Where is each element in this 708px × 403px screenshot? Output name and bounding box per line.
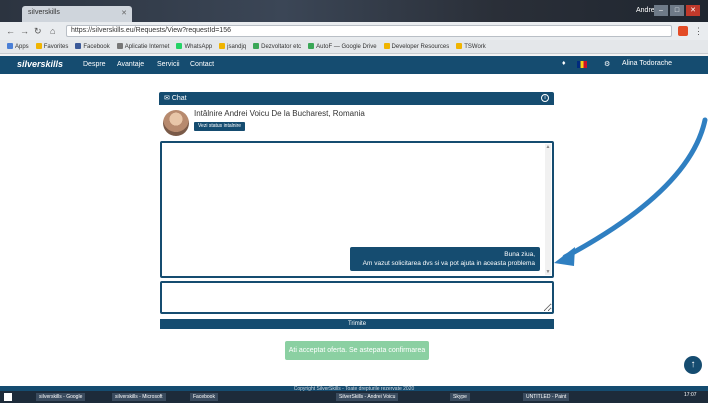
bookmark-label: AutoF — Google Drive xyxy=(316,44,377,50)
taskbar-item[interactable]: Facebook xyxy=(190,393,218,401)
messages-scrollbar[interactable]: ▲ ▼ xyxy=(545,144,551,275)
reload-icon[interactable]: ↻ xyxy=(34,26,42,37)
bookmark-label: TSWork xyxy=(464,44,486,50)
bookmark-label: Favorites xyxy=(43,44,69,50)
meeting-status-button[interactable]: Vezi status intalnire xyxy=(194,122,246,131)
chat-message-bubble: Buna ziua, Am vazut solicitarea dvs si v… xyxy=(350,247,540,271)
meeting-title: Intâlnire Andrei Voicu De la Bucharest, … xyxy=(194,109,365,118)
bookmark-item[interactable]: TSWork xyxy=(456,40,486,53)
bookmarks-bar: Apps Favorites Facebook Aplicatie Internet W… xyxy=(0,40,708,54)
taskbar-item[interactable]: SilverSkills - Andrei Voicu xyxy=(336,393,399,401)
tab-title: siIverskills xyxy=(28,9,60,16)
nav-despre[interactable]: Despre xyxy=(83,61,106,68)
bookmark-item[interactable]: Dezvoltator etc xyxy=(253,40,302,53)
bookmark-icon xyxy=(176,43,183,49)
bookmark-icon xyxy=(308,43,315,49)
start-menu-icon[interactable] xyxy=(4,393,12,401)
offer-accepted-button[interactable]: Ati acceptat oferta. Se astepata confirm… xyxy=(285,341,429,360)
maximize-button[interactable]: □ xyxy=(670,5,684,16)
nav-contact[interactable]: Contact xyxy=(190,61,214,68)
scroll-up-icon[interactable]: ▲ xyxy=(545,144,551,150)
bookmark-label: Facebook xyxy=(83,44,110,50)
windows-taskbar: siIverskills - Google siIverskills - Mic… xyxy=(0,391,708,403)
taskbar-item[interactable]: siIverskills - Google xyxy=(36,393,86,401)
url-text: https://siIverskills.eu/Requests/View?re… xyxy=(71,27,231,34)
chat-title: Chat xyxy=(171,95,187,102)
bookmark-icon xyxy=(35,43,42,49)
message-input[interactable] xyxy=(160,281,554,314)
language-flag-icon[interactable] xyxy=(577,61,587,68)
chat-icon: ✉ xyxy=(164,95,172,102)
bookmark-item[interactable]: Favorites xyxy=(35,40,69,53)
bookmark-item[interactable]: WhatsApp xyxy=(176,40,213,53)
home-icon[interactable]: ⌂ xyxy=(50,26,55,36)
nav-servicii[interactable]: Servicii xyxy=(157,61,180,68)
scroll-top-button[interactable]: ↑ xyxy=(684,356,702,374)
taskbar-item[interactable]: siIverskills - Microsoft xyxy=(112,393,166,401)
bookmark-item[interactable]: AutoF — Google Drive xyxy=(308,40,377,53)
menu-icon[interactable]: ⋮ xyxy=(694,26,703,37)
message-line: Buna ziua, xyxy=(504,251,535,258)
bookmark-icon xyxy=(116,43,123,49)
browser-titlebar: siIverskills ✕ Andrei – □ ✕ xyxy=(0,0,708,22)
scroll-down-icon[interactable]: ▼ xyxy=(545,269,551,275)
bookmark-label: jsandjq xyxy=(227,44,247,50)
info-icon[interactable]: i xyxy=(541,94,549,102)
site-logo[interactable]: siIverskills xyxy=(17,59,63,69)
site-navbar: siIverskills Despre Avantaje Servicii Co… xyxy=(0,56,708,74)
bookmark-item[interactable]: jsandjq xyxy=(219,40,247,53)
bookmark-icon xyxy=(253,43,260,49)
bookmark-item[interactable]: Developer Resources xyxy=(383,40,450,53)
chat-panel-header: ✉ Chat i xyxy=(159,92,554,105)
bookmark-item[interactable]: Aplicatie Internet xyxy=(116,40,170,53)
bookmark-icon xyxy=(456,43,463,49)
settings-icon[interactable]: ⚙ xyxy=(604,60,610,68)
taskbar-item[interactable]: Skype xyxy=(450,393,470,401)
bookmark-label: Apps xyxy=(15,44,29,50)
close-window-button[interactable]: ✕ xyxy=(686,5,700,16)
forward-icon[interactable]: → xyxy=(20,26,29,36)
chat-messages-area[interactable]: ▲ ▼ Buna ziua, Am vazut solicitarea dvs … xyxy=(160,141,554,278)
browser-tab[interactable]: siIverskills ✕ xyxy=(22,6,132,22)
minimize-button[interactable]: – xyxy=(654,5,668,16)
bookmark-label: Aplicatie Internet xyxy=(124,44,170,50)
address-bar: ← → ↻ ⌂ https://siIverskills.eu/Requests… xyxy=(0,22,708,40)
bookmark-label: WhatsApp xyxy=(184,44,213,50)
bookmark-item[interactable]: Apps xyxy=(7,40,29,53)
bookmark-item[interactable]: Facebook xyxy=(75,40,110,53)
close-tab-icon[interactable]: ✕ xyxy=(121,9,127,17)
notification-bell-icon[interactable]: ♦ xyxy=(562,60,566,67)
bookmark-icon xyxy=(219,43,226,49)
nav-avantaje[interactable]: Avantaje xyxy=(117,61,144,68)
url-input[interactable]: https://siIverskills.eu/Requests/View?re… xyxy=(66,25,672,37)
bookmark-icon xyxy=(7,43,13,49)
user-menu[interactable]: Alina Todorache xyxy=(622,60,672,67)
taskbar-clock: 17:07 xyxy=(684,392,697,398)
send-button[interactable]: Trimite xyxy=(160,319,554,329)
bookmark-label: Dezvoltator etc xyxy=(261,44,302,50)
bookmark-icon xyxy=(383,43,390,49)
message-line: Am vazut solicitarea dvs si va pot ajuta… xyxy=(362,260,535,267)
extension-icon[interactable] xyxy=(678,26,688,36)
avatar xyxy=(163,110,189,136)
bookmark-label: Developer Resources xyxy=(391,44,450,50)
back-icon[interactable]: ← xyxy=(6,26,15,36)
taskbar-item[interactable]: UNTITLED - Paint xyxy=(523,393,570,401)
bookmark-icon xyxy=(75,43,82,49)
